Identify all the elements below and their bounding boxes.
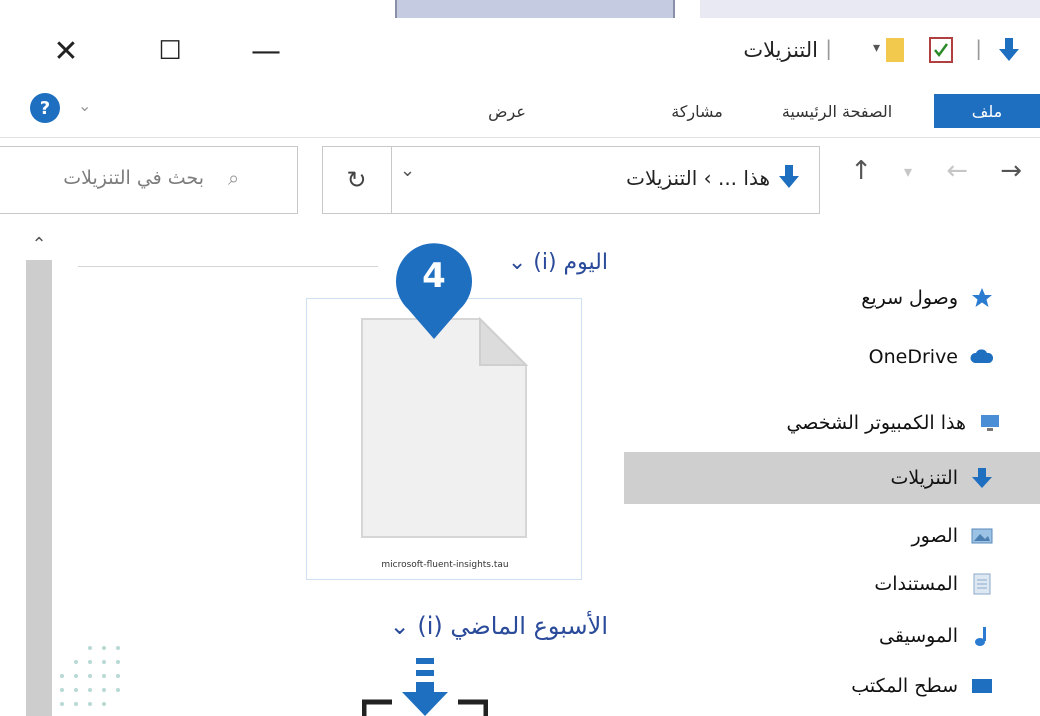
window-title: التنزيلات: [743, 38, 818, 62]
close-button[interactable]: ✕: [36, 26, 96, 76]
title-separator: |: [825, 36, 832, 60]
sidebar-item-quick-access[interactable]: وصول سريع: [861, 286, 994, 310]
chevron-down-icon[interactable]: ⌄: [78, 96, 91, 115]
scroll-up-icon[interactable]: ⌃: [22, 232, 56, 256]
folder-icon[interactable]: [886, 38, 904, 62]
recent-locations-icon[interactable]: ▾: [904, 162, 912, 181]
background-window-edge-right: [700, 0, 1040, 18]
pictures-icon: [971, 528, 993, 544]
properties-icon[interactable]: [928, 36, 954, 64]
sidebar-item-pictures[interactable]: الصور: [911, 524, 994, 548]
desktop-icon: [972, 679, 992, 693]
cloud-icon: [970, 349, 994, 363]
address-path: هذا ... › التنزيلات: [626, 166, 770, 190]
sidebar-item-desktop[interactable]: سطح المكتب: [851, 674, 994, 698]
maximize-icon: ☐: [158, 36, 182, 66]
sidebar-item-onedrive[interactable]: OneDrive: [869, 345, 994, 369]
sidebar-item-documents[interactable]: المستندات: [874, 572, 994, 596]
group-header-last-week[interactable]: الأسبوع الماضي (i) ⌄: [390, 612, 608, 640]
file-explorer-window: ✕ ☐ — التنزيلات | ▾ | ملف الصفحة الرئيسي…: [0, 0, 1040, 716]
tab-home[interactable]: الصفحة الرئيسية: [762, 94, 912, 128]
minimize-icon: —: [251, 33, 281, 69]
tab-view[interactable]: عرض: [472, 94, 542, 128]
close-icon: ✕: [53, 33, 79, 69]
search-input[interactable]: بحث في التنزيلات: [63, 167, 204, 189]
file-icon: [361, 316, 529, 538]
file-name: microsoft-fluent-insights.tau: [381, 560, 509, 570]
decorative-dots: [60, 646, 120, 706]
minimize-button[interactable]: —: [236, 26, 296, 76]
tab-file[interactable]: ملف: [934, 94, 1040, 128]
music-icon: [975, 627, 986, 646]
background-window-edge: [395, 0, 675, 18]
sidebar-item-this-pc[interactable]: هذا الكمبيوتر الشخصي: [786, 411, 1002, 435]
callout-number: 4: [422, 256, 446, 296]
computer-icon: [981, 415, 999, 431]
sidebar-item-music[interactable]: الموسيقى: [879, 624, 994, 648]
group-header-today[interactable]: اليوم (i) ⌄: [508, 250, 608, 275]
download-arrow-icon: [779, 165, 799, 188]
download-arrow-icon: [999, 38, 1019, 61]
download-arrow-icon: [972, 468, 992, 488]
up-arrow-icon[interactable]: ↑: [850, 156, 872, 186]
back-arrow-icon[interactable]: →: [1000, 156, 1022, 186]
group-divider: [78, 266, 378, 267]
sidebar-item-downloads[interactable]: التنزيلات: [890, 466, 994, 490]
forward-arrow-icon[interactable]: ←: [946, 156, 968, 186]
documents-icon: [973, 573, 991, 595]
help-button[interactable]: ?: [30, 93, 60, 123]
download-file-icon: [362, 658, 488, 716]
refresh-icon[interactable]: ↻: [322, 146, 392, 214]
qat-separator: |: [975, 36, 982, 60]
tab-share[interactable]: مشاركة: [652, 94, 742, 128]
maximize-button[interactable]: ☐: [140, 26, 200, 76]
star-icon: [972, 288, 992, 307]
qat-dropdown-icon[interactable]: ▾: [873, 40, 880, 56]
address-dropdown-icon[interactable]: ⌄: [400, 160, 415, 181]
search-icon: ⌕: [228, 166, 240, 190]
